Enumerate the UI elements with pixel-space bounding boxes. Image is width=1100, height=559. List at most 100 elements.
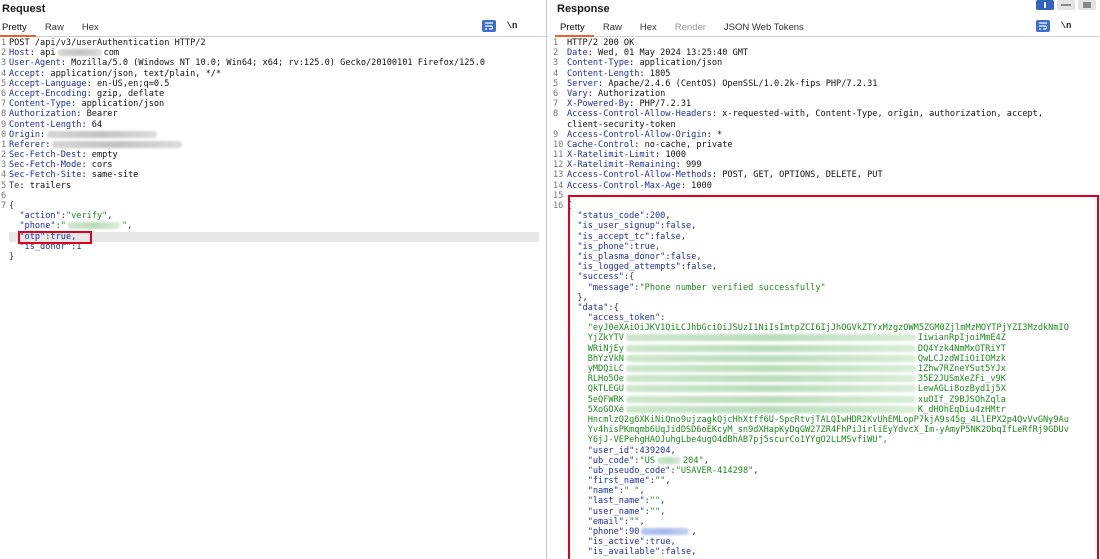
code-content: Access-Control-Allow-Methods: POST, GET,…	[567, 170, 883, 180]
code-token: HncmlzQ2g6XKiNiQno9ujzagkQjcHhXtff6U-Spc…	[587, 414, 1069, 425]
response-tabs: Pretty Raw Hex Render JSON Web Tokens	[555, 20, 1100, 37]
code-token: 90	[629, 527, 640, 537]
code-content: "eyJ0eXAiOiJKV1QiLCJhbGciOiJSUzI1NiIsImt…	[567, 323, 1069, 333]
response-editor[interactable]: 1 HTTP/2 200 OK 2 Date: Wed, 01 May 2024 13…	[549, 38, 1100, 559]
code-token: true	[50, 231, 72, 242]
tab-raw[interactable]: Raw	[594, 20, 631, 37]
code-line: "ub_pseudo_code":"USAVER-414298",	[549, 466, 1100, 476]
code-content: Vary: Authorization	[567, 89, 665, 99]
text-wrap-icon[interactable]	[482, 20, 496, 32]
redacted-value	[625, 395, 916, 403]
code-content: "is_donor":1	[9, 242, 81, 252]
line-number	[549, 496, 567, 506]
line-number	[0, 232, 9, 242]
request-editor[interactable]: 1 POST /api/v3/userAuthentication HTTP/2 2…	[0, 38, 546, 559]
code-content: Accept-Encoding: gzip, deflate	[9, 89, 164, 99]
code-token: 35E2JUSmXeZFi_v9K	[917, 374, 1006, 385]
line-number	[549, 415, 567, 425]
tab-json-web-tokens[interactable]: JSON Web Tokens	[715, 20, 813, 37]
code-line: "status_code":200,	[549, 211, 1100, 221]
code-content: X-Powered-By: PHP/7.2.31	[567, 99, 691, 109]
code-token: ,	[639, 516, 645, 527]
tab-pretty[interactable]: Pretty	[0, 20, 36, 37]
code-line: 6 Accept-Encoding: gzip, deflate	[0, 89, 546, 99]
request-title: Request	[2, 3, 46, 15]
code-content: "name":" ",	[567, 486, 645, 496]
code-content: HncmlzQ2g6XKiNiQno9ujzagkQjcHhXtff6U-Spc…	[567, 415, 1069, 425]
code-token: :	[660, 313, 666, 324]
code-content: Origin:	[9, 130, 159, 140]
code-token: "name"	[587, 486, 619, 497]
line-number	[549, 476, 567, 486]
line-number	[549, 323, 567, 333]
code-token: "phone"	[587, 527, 624, 537]
code-content: Access-Control-Allow-Origin: *	[567, 130, 722, 140]
code-token: ,	[71, 231, 77, 242]
hamburger-menu-icon[interactable]	[528, 21, 540, 31]
code-token: : application/json, text/plain, */*	[40, 68, 222, 79]
hamburger-menu-icon[interactable]	[1082, 21, 1094, 31]
code-content: Sec-Fetch-Mode: cors	[9, 160, 112, 170]
line-number	[549, 456, 567, 466]
line-number	[549, 252, 567, 262]
tab-hex[interactable]: Hex	[631, 20, 666, 37]
newline-icon[interactable]: \n	[504, 20, 520, 32]
code-token: ,	[670, 537, 676, 548]
line-number	[0, 252, 9, 262]
code-content: "user_name":"",	[567, 507, 666, 517]
layout-split-horizontal-icon[interactable]	[1036, 0, 1054, 10]
line-number: 6	[1, 88, 7, 99]
code-content: X-Ratelimit-Remaining: 999	[567, 160, 702, 170]
code-line: Yv4hisPKmqmb6UqJidDSD6oEKcyM_sn9dXHapKyD…	[549, 425, 1100, 435]
code-token: Host	[9, 48, 30, 59]
code-line: 16{	[549, 201, 1100, 211]
layout-split-vertical-icon[interactable]	[1057, 0, 1075, 10]
code-line: "eyJ0eXAiOiJKV1QiLCJhbGciOiJSUzI1NiIsImt…	[549, 323, 1100, 333]
tab-pretty[interactable]: Pretty	[555, 20, 594, 37]
redacted-value	[47, 130, 158, 138]
code-token: "eyJ0eXAiOiJKV1QiLCJhbGciOiJSUzI1NiIsImt…	[587, 323, 1069, 334]
line-number: 3	[1, 58, 7, 69]
code-token: : Mozilla/5.0 (Windows NT 10.0; Win64; x…	[60, 58, 486, 69]
code-content: client-security-token	[567, 120, 676, 130]
code-token: "is_donor"	[19, 241, 72, 252]
code-line: "is_active":true,	[549, 537, 1100, 547]
code-token: false	[665, 547, 692, 558]
code-token: com	[103, 48, 120, 59]
code-token: },	[567, 292, 588, 303]
code-line: 2 Host: api com	[0, 48, 546, 58]
code-token: Content-Type	[567, 58, 630, 69]
code-token: Te	[9, 180, 20, 191]
line-number: 1	[1, 38, 7, 48]
code-line: "first_name":"",	[549, 476, 1100, 486]
code-token: :	[40, 129, 46, 140]
code-line: 1 Referer:	[0, 140, 546, 150]
code-token: 1Zhw7RZneYSut5YJx	[917, 364, 1006, 374]
layout-tabs-icon[interactable]	[1078, 0, 1096, 10]
tab-render[interactable]: Render	[666, 20, 715, 37]
code-token: ,	[691, 221, 697, 232]
layout-switcher	[1036, 0, 1096, 10]
code-token: ,	[703, 455, 709, 466]
code-token: : Wed, 01 May 2024 13:25:40 GMT	[587, 48, 749, 59]
code-token: Sec-Fetch-Site	[9, 170, 82, 181]
newline-icon[interactable]: \n	[1058, 20, 1074, 32]
code-token: "ub_code"	[587, 455, 635, 466]
code-content: "phone":90,	[567, 527, 697, 537]
code-token: "is_accept_tc"	[577, 231, 650, 242]
code-token: "is_user_signup"	[577, 221, 661, 232]
code-token: "US	[639, 455, 655, 466]
line-number	[549, 120, 567, 130]
code-token: "ub_pseudo_code"	[587, 465, 671, 476]
tab-raw[interactable]: Raw	[36, 20, 73, 37]
code-content: "is_available":false,	[567, 547, 697, 558]
tab-hex[interactable]: Hex	[73, 20, 108, 37]
text-wrap-icon[interactable]	[1036, 20, 1050, 32]
